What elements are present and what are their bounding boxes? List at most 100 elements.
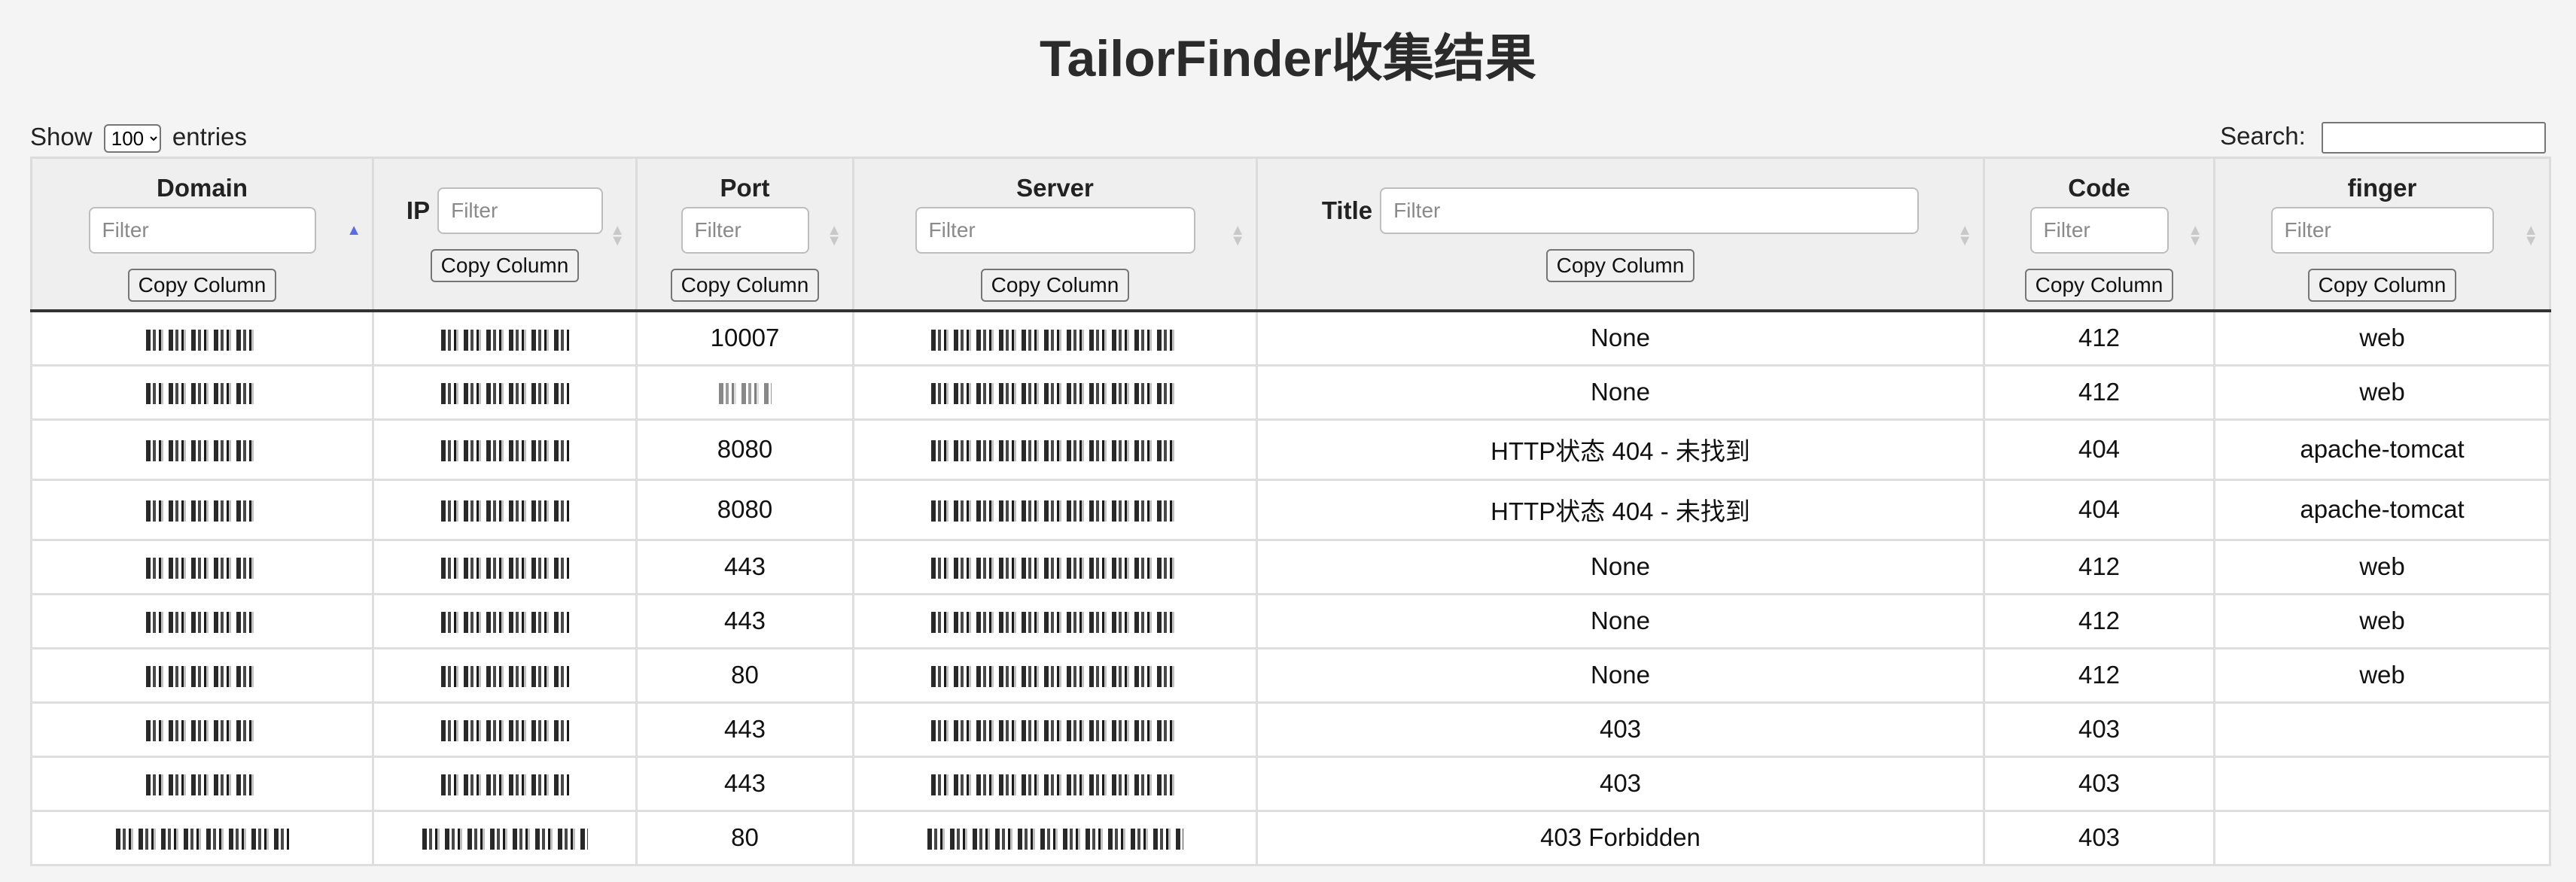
finger-cell	[2213, 809, 2551, 866]
finger-filter-input[interactable]	[2270, 207, 2494, 254]
search-label: Search:	[2220, 121, 2306, 150]
table-row: 443 403 403	[30, 701, 2551, 758]
code-cell: 412	[1983, 646, 2215, 704]
column-title: Port	[720, 174, 770, 202]
redacted-value	[927, 829, 1183, 850]
finger-cell: apache-tomcat	[2213, 418, 2551, 481]
server-cell	[852, 809, 1258, 866]
redacted-value	[440, 612, 569, 634]
finger-cell: apache-tomcat	[2213, 478, 2551, 541]
sort-icon[interactable]: ▲ ▼	[1230, 223, 1245, 248]
redacted-value	[145, 720, 259, 742]
title-cell: HTTP状态 404 - 未找到	[1256, 418, 1985, 481]
redacted-value	[440, 329, 569, 351]
copy-column-button[interactable]: Copy Column	[430, 249, 580, 282]
sort-ascending-icon[interactable]: ▲	[346, 223, 361, 238]
ip-filter-input[interactable]	[437, 187, 604, 234]
sort-icon[interactable]: ▲ ▼	[827, 223, 842, 248]
code-cell: 412	[1983, 309, 2215, 366]
redacted-value	[440, 558, 569, 579]
column-header-code[interactable]: Code Copy Column ▲▼	[1983, 157, 2215, 312]
ip-cell	[372, 701, 638, 758]
code-cell: 404	[1983, 478, 2215, 541]
port-filter-input[interactable]	[681, 207, 809, 254]
copy-column-button[interactable]: Copy Column	[127, 269, 277, 302]
title-cell: None	[1256, 646, 1985, 704]
entries-control: Show 100 entries	[30, 123, 247, 153]
ip-cell	[372, 646, 638, 704]
column-header-ip[interactable]: IP Copy Column ▲▼	[372, 157, 638, 312]
port-cell: 10007	[635, 309, 854, 366]
title-cell: 403 Forbidden	[1256, 809, 1985, 866]
column-header-domain[interactable]: Domain Copy Column ▲	[30, 157, 374, 312]
redacted-value	[145, 558, 259, 579]
server-cell	[852, 309, 1258, 366]
redacted-value	[440, 383, 569, 405]
sort-icon[interactable]: ▲ ▼	[1957, 223, 1972, 248]
column-header-finger[interactable]: finger Copy Column ▲▼	[2213, 157, 2551, 312]
port-cell: 80	[635, 646, 854, 704]
finger-cell: web	[2213, 309, 2551, 366]
table-row: 443 403 403	[30, 755, 2551, 812]
redacted-value	[930, 720, 1180, 742]
ip-cell	[372, 592, 638, 649]
port-cell: 443	[635, 701, 854, 758]
redacted-value	[440, 774, 569, 796]
domain-cell	[30, 478, 374, 541]
search-control: Search:	[2220, 122, 2546, 154]
code-filter-input[interactable]	[2029, 207, 2169, 254]
finger-cell	[2213, 701, 2551, 758]
copy-column-button[interactable]: Copy Column	[980, 269, 1130, 302]
copy-column-button[interactable]: Copy Column	[2024, 269, 2174, 302]
title-cell: None	[1256, 538, 1985, 595]
redacted-value	[145, 383, 259, 405]
sort-icon[interactable]: ▲ ▼	[2523, 223, 2538, 248]
entries-label: entries	[172, 123, 247, 151]
entries-select[interactable]: 100	[103, 124, 161, 153]
ip-cell	[372, 755, 638, 812]
sort-icon[interactable]: ▲ ▼	[610, 223, 625, 248]
copy-column-button[interactable]: Copy Column	[1545, 249, 1695, 282]
code-cell: 403	[1983, 701, 2215, 758]
server-cell	[852, 478, 1258, 541]
column-header-server[interactable]: Server Copy Column ▲▼	[852, 157, 1258, 312]
code-cell: 412	[1983, 592, 2215, 649]
title-cell: None	[1256, 363, 1985, 421]
copy-column-button[interactable]: Copy Column	[670, 269, 820, 302]
title-filter-input[interactable]	[1380, 187, 1920, 234]
search-input[interactable]	[2322, 122, 2546, 154]
column-title: Domain	[156, 174, 248, 202]
domain-cell	[30, 418, 374, 481]
column-title: Title	[1321, 196, 1373, 224]
column-title: IP	[406, 196, 431, 224]
header-row: Domain Copy Column ▲ IP Copy Column ▲▼	[30, 157, 2551, 312]
port-cell	[635, 363, 854, 421]
results-table: Domain Copy Column ▲ IP Copy Column ▲▼	[30, 157, 2551, 866]
ip-cell	[372, 418, 638, 481]
title-cell: None	[1256, 592, 1985, 649]
sort-icon[interactable]: ▲ ▼	[2188, 223, 2203, 248]
redacted-value	[422, 829, 588, 850]
copy-column-button[interactable]: Copy Column	[2307, 269, 2457, 302]
server-filter-input[interactable]	[915, 207, 1195, 254]
ip-cell	[372, 309, 638, 366]
server-cell	[852, 363, 1258, 421]
redacted-value	[718, 383, 772, 405]
port-cell: 443	[635, 755, 854, 812]
domain-cell	[30, 701, 374, 758]
domain-filter-input[interactable]	[88, 207, 316, 254]
column-header-port[interactable]: Port Copy Column ▲▼	[635, 157, 854, 312]
redacted-value	[440, 440, 569, 462]
table-row: 80 None 412 web	[30, 646, 2551, 704]
server-cell	[852, 418, 1258, 481]
redacted-value	[145, 666, 259, 688]
redacted-value	[440, 666, 569, 688]
finger-cell: web	[2213, 592, 2551, 649]
domain-cell	[30, 755, 374, 812]
port-cell: 80	[635, 809, 854, 866]
column-header-title[interactable]: Title Copy Column ▲▼	[1256, 157, 1985, 312]
table-row: 443 None 412 web	[30, 538, 2551, 595]
code-cell: 412	[1983, 538, 2215, 595]
finger-cell: web	[2213, 646, 2551, 704]
show-label: Show	[30, 123, 93, 151]
